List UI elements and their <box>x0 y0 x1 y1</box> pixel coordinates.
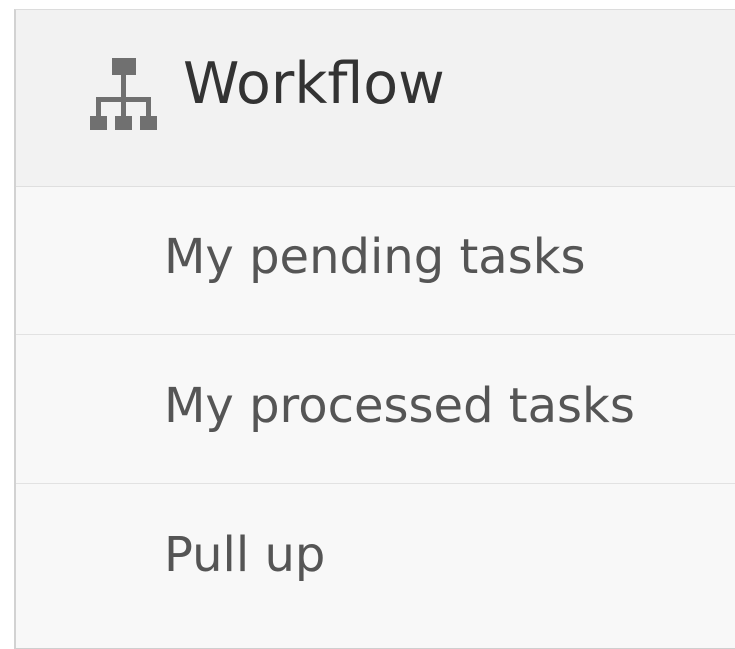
menu-item-label: My pending tasks <box>164 229 586 285</box>
menu-item-pull-up[interactable]: Pull up <box>16 485 735 633</box>
menu-item-label: Pull up <box>164 527 326 583</box>
menu-item-my-processed-tasks[interactable]: My processed tasks <box>16 336 735 484</box>
workflow-panel: Workflow My pending tasks My processed t… <box>14 9 735 649</box>
panel-title: Workflow <box>183 51 445 117</box>
menu-item-label: My processed tasks <box>164 378 635 434</box>
panel-header: Workflow <box>16 10 735 187</box>
menu-item-my-pending-tasks[interactable]: My pending tasks <box>16 187 735 335</box>
sitemap-icon <box>90 58 158 140</box>
